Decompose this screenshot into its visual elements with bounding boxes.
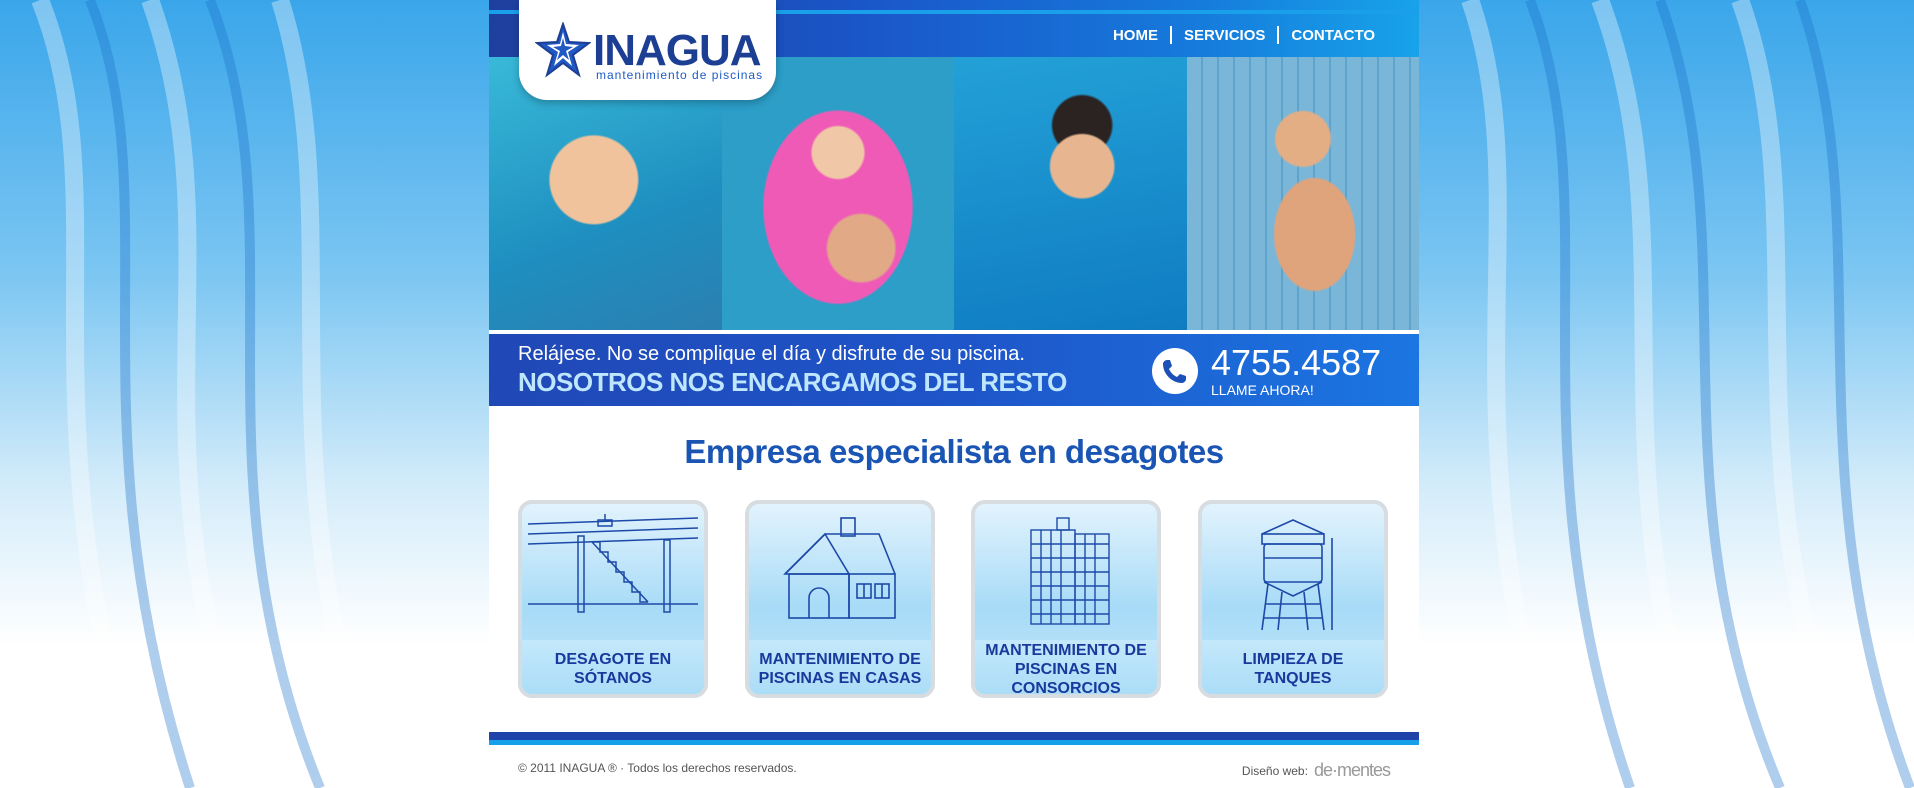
water-tank-icon bbox=[1261, 519, 1333, 631]
design-label: Diseño web: bbox=[1241, 763, 1308, 778]
service-card-tanques[interactable]: LIMPIEZA DE TANQUES bbox=[1198, 500, 1388, 698]
phone-number[interactable]: 4755.4587 bbox=[1211, 342, 1381, 384]
copyright-text: © 2011 INAGUA ® · Todos los derechos res… bbox=[518, 761, 797, 775]
service-label: DESAGOTE EN SÓTANOS bbox=[522, 640, 704, 694]
phone-icon bbox=[1152, 348, 1198, 394]
house-icon bbox=[783, 517, 896, 619]
service-label: LIMPIEZA DE TANQUES bbox=[1202, 640, 1384, 694]
banner-line1: Relájese. No se complique el día y disfr… bbox=[518, 343, 1025, 365]
service-label: MANTENIMIENTO DE PISCINAS EN CONSORCIOS bbox=[975, 640, 1157, 694]
nav-servicios[interactable]: SERVICIOS bbox=[1172, 27, 1277, 44]
nav-contacto[interactable]: CONTACTO bbox=[1279, 27, 1387, 44]
site-container: HOME SERVICIOS CONTACTO INAGUA mantenimi… bbox=[489, 0, 1419, 788]
service-card-casas[interactable]: MANTENIMIENTO DE PISCINAS EN CASAS bbox=[745, 500, 935, 698]
services-grid: DESAGOTE EN SÓTANOS MANTENIMIENTO DE PIS… bbox=[518, 500, 1390, 698]
page-heading: Empresa especialista en desagotes bbox=[684, 433, 1224, 470]
starfish-icon bbox=[535, 22, 591, 78]
basement-stairs-icon bbox=[527, 514, 699, 613]
building-icon bbox=[1030, 517, 1110, 625]
promo-banner: Relájese. No se complique el día y disfr… bbox=[489, 334, 1419, 406]
nav-home[interactable]: HOME bbox=[1101, 27, 1170, 44]
banner-line2: NOSOTROS NOS ENCARGAMOS DEL RESTO bbox=[518, 367, 1067, 397]
footer-bar bbox=[489, 732, 1419, 745]
phone-cta: LLAME AHORA! bbox=[1211, 382, 1314, 398]
service-label: MANTENIMIENTO DE PISCINAS EN CASAS bbox=[749, 640, 931, 694]
brand-tagline: mantenimiento de piscinas bbox=[596, 68, 764, 82]
design-credit: Diseño web: de·mentes bbox=[1241, 760, 1391, 781]
hero-photo-man-underwater bbox=[1186, 57, 1419, 330]
main-nav: HOME SERVICIOS CONTACTO bbox=[1101, 26, 1387, 44]
service-card-consorcios[interactable]: MANTENIMIENTO DE PISCINAS EN CONSORCIOS bbox=[971, 500, 1161, 698]
logo[interactable]: INAGUA mantenimiento de piscinas bbox=[519, 0, 776, 100]
service-card-sotanos[interactable]: DESAGOTE EN SÓTANOS bbox=[518, 500, 708, 698]
design-brand-logo[interactable]: de·mentes bbox=[1314, 760, 1391, 781]
hero-photo-boy-thumbs-up bbox=[954, 57, 1187, 330]
